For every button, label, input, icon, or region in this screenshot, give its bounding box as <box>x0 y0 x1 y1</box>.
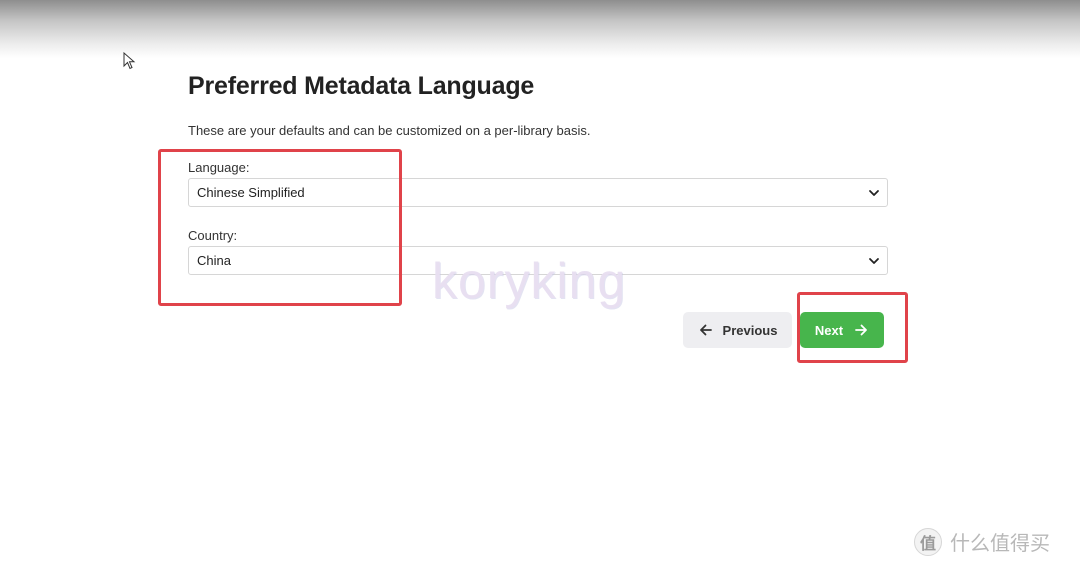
logo-text: 什么值得买 <box>950 531 1050 555</box>
previous-button-label: Previous <box>722 322 778 338</box>
arrow-left-icon <box>699 324 712 336</box>
mouse-pointer-icon <box>123 52 136 70</box>
language-select[interactable]: Chinese Simplified <box>188 178 888 207</box>
window-top-shade <box>0 0 1080 58</box>
logo-badge: 值 <box>914 527 942 556</box>
country-label: Country: <box>188 228 238 243</box>
site-logo: 值 什么值得买 <box>914 527 1050 556</box>
country-select[interactable]: China <box>188 246 888 275</box>
language-select-value: Chinese Simplified <box>197 185 305 200</box>
arrow-right-icon <box>855 324 867 336</box>
chevron-down-icon <box>869 258 879 264</box>
page-title: Preferred Metadata Language <box>188 72 535 100</box>
language-label: Language: <box>188 160 250 175</box>
previous-button[interactable]: Previous <box>683 312 792 348</box>
next-button-label: Next <box>814 322 844 338</box>
next-button[interactable]: Next <box>800 312 884 348</box>
page-subtitle: These are your defaults and can be custo… <box>188 123 591 138</box>
country-select-value: China <box>197 253 231 268</box>
chevron-down-icon <box>869 190 879 196</box>
